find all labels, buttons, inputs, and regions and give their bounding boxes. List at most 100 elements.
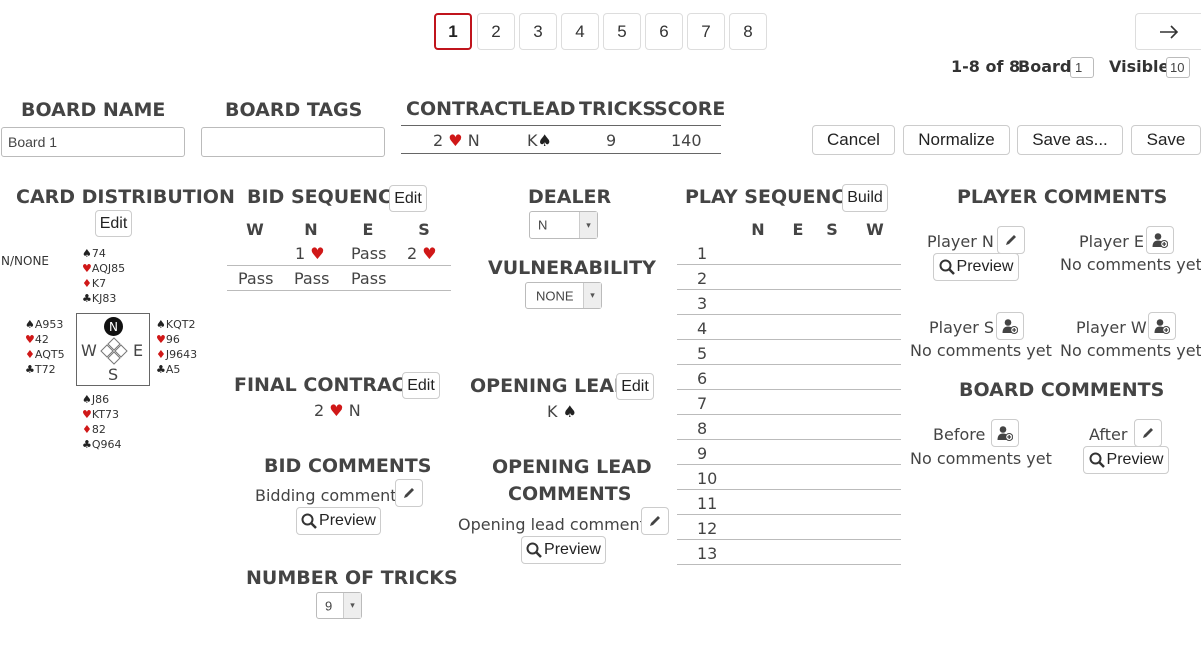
bid-n-2: Pass <box>294 269 330 288</box>
play-row: 13 <box>677 540 901 565</box>
spade-icon: ♠ <box>25 318 35 331</box>
board-tags-input[interactable] <box>201 127 385 157</box>
board-comment-before-label: Before <box>933 425 986 444</box>
spade-icon: ♠ <box>156 318 166 331</box>
play-row: 10 <box>677 465 901 490</box>
visible-count-input[interactable]: 10 <box>1166 57 1190 78</box>
normalize-button[interactable]: Normalize <box>903 125 1010 155</box>
page-button-2[interactable]: 2 <box>477 13 515 50</box>
heart-icon: ♥ <box>422 244 437 263</box>
page-button-7[interactable]: 7 <box>687 13 725 50</box>
play-row: 12 <box>677 515 901 540</box>
player-comments-header: PLAYER COMMENTS <box>957 186 1168 208</box>
board-number-input[interactable]: 1 <box>1070 57 1094 78</box>
page-button-1[interactable]: 1 <box>434 13 472 50</box>
summary-tricks: 9 <box>606 131 617 150</box>
board-tags-header: BOARD TAGS <box>225 99 363 121</box>
tricks-header: TRICKS <box>579 98 657 120</box>
save-as-button[interactable]: Save as... <box>1017 125 1123 155</box>
play-col-w: W <box>866 220 884 239</box>
play-row: 11 <box>677 490 901 515</box>
opening-lead-comment-preview-button[interactable]: Preview <box>521 536 606 564</box>
board-comment-before-empty: No comments yet <box>910 449 1052 468</box>
play-row: 4 <box>677 315 901 340</box>
compass-box: N W E S <box>76 313 150 386</box>
board-name-input[interactable]: Board 1 <box>1 127 185 157</box>
bid-e-2: Pass <box>351 269 387 288</box>
edit-after-comment-button[interactable] <box>1134 419 1162 447</box>
bid-row-divider <box>227 265 451 266</box>
play-row: 1 <box>677 240 901 265</box>
player-w-label: Player W <box>1076 318 1147 337</box>
spade-icon: ♠ <box>537 131 552 150</box>
cancel-button[interactable]: Cancel <box>812 125 895 155</box>
south-hand: ♠J86 ♥KT73 ♦82 ♣Q964 <box>82 393 122 451</box>
play-row: 2 <box>677 265 901 290</box>
bid-row-divider <box>227 290 451 291</box>
bidding-comment-preview-button[interactable]: Preview <box>296 507 381 535</box>
diamond-icon: ♦ <box>25 348 35 361</box>
opening-lead-header: OPENING LEAD <box>470 375 630 397</box>
page-button-3[interactable]: 3 <box>519 13 557 50</box>
heart-icon: ♥ <box>156 333 166 346</box>
add-user-icon <box>1002 319 1018 334</box>
dealer-north-indicator: N <box>104 317 123 336</box>
add-player-e-comment-button[interactable] <box>1146 226 1174 254</box>
play-row: 8 <box>677 415 901 440</box>
page-button-4[interactable]: 4 <box>561 13 599 50</box>
bid-sequence-edit-button[interactable]: Edit <box>389 185 427 212</box>
play-sequence-build-button[interactable]: Build <box>842 184 888 212</box>
add-user-icon <box>1152 233 1168 248</box>
save-button[interactable]: Save <box>1131 125 1201 155</box>
north-hand: ♠74 ♥AQJ85 ♦K7 ♣KJ83 <box>82 247 126 305</box>
play-row: 5 <box>677 340 901 365</box>
arrow-right-icon <box>1159 24 1178 39</box>
add-player-s-comment-button[interactable] <box>996 312 1024 340</box>
dealer-header: DEALER <box>528 186 612 208</box>
heart-icon: ♥ <box>310 244 325 263</box>
compass-south: S <box>108 365 119 384</box>
board-comments-header: BOARD COMMENTS <box>959 379 1165 401</box>
page-range: 1-8 of 8 <box>951 57 1021 76</box>
vulnerability-select[interactable]: NONE ▾ <box>525 282 602 309</box>
play-col-e: E <box>792 220 804 239</box>
card-distribution-edit-button[interactable]: Edit <box>95 210 132 237</box>
bid-comments-header: BID COMMENTS <box>264 455 432 477</box>
dealer-vulnerability-label: N/NONE <box>1 254 49 268</box>
bid-w-2: Pass <box>238 269 274 288</box>
page-button-8[interactable]: 8 <box>729 13 767 50</box>
page-button-6[interactable]: 6 <box>645 13 683 50</box>
number-of-tricks-select[interactable]: 9 ▾ <box>316 592 362 619</box>
play-sequence-header: PLAY SEQUENCE <box>685 186 859 208</box>
add-before-comment-button[interactable] <box>991 419 1019 447</box>
summary-score: 140 <box>671 131 702 150</box>
bid-col-n: N <box>304 220 318 239</box>
bid-col-w: W <box>246 220 264 239</box>
opening-lead-edit-button[interactable]: Edit <box>616 373 654 400</box>
bidding-comment-label: Bidding comment <box>255 486 397 505</box>
final-contract-edit-button[interactable]: Edit <box>402 372 440 399</box>
heart-icon: ♥ <box>82 408 92 421</box>
card-distribution-header: CARD DISTRIBUTION <box>16 186 235 208</box>
vulnerability-header: VULNERABILITY <box>488 257 656 279</box>
diamond-icon: ♦ <box>82 277 92 290</box>
club-icon: ♣ <box>82 438 92 451</box>
summary-contract: 2 ♥ N <box>433 131 480 150</box>
board-comment-after-label: After <box>1089 425 1128 444</box>
page-button-5[interactable]: 5 <box>603 13 641 50</box>
edit-opening-lead-comment-button[interactable] <box>641 507 669 535</box>
club-icon: ♣ <box>82 292 92 305</box>
add-player-w-comment-button[interactable] <box>1148 312 1176 340</box>
edit-bidding-comment-button[interactable] <box>395 479 423 507</box>
player-e-label: Player E <box>1079 232 1144 251</box>
player-e-no-comments: No comments yet <box>1060 255 1201 274</box>
board-comment-after-preview-button[interactable]: Preview <box>1083 446 1169 474</box>
pencil-icon <box>650 516 660 526</box>
edit-player-n-comment-button[interactable] <box>997 226 1025 254</box>
next-page-button[interactable] <box>1135 13 1201 50</box>
player-n-preview-button[interactable]: Preview <box>933 253 1019 281</box>
east-hand: ♠KQT2 ♥96 ♦J9643 ♣A5 <box>156 318 198 376</box>
dealer-select[interactable]: N ▾ <box>529 211 598 239</box>
player-w-no-comments: No comments yet <box>1060 341 1201 360</box>
play-row: 9 <box>677 440 901 465</box>
